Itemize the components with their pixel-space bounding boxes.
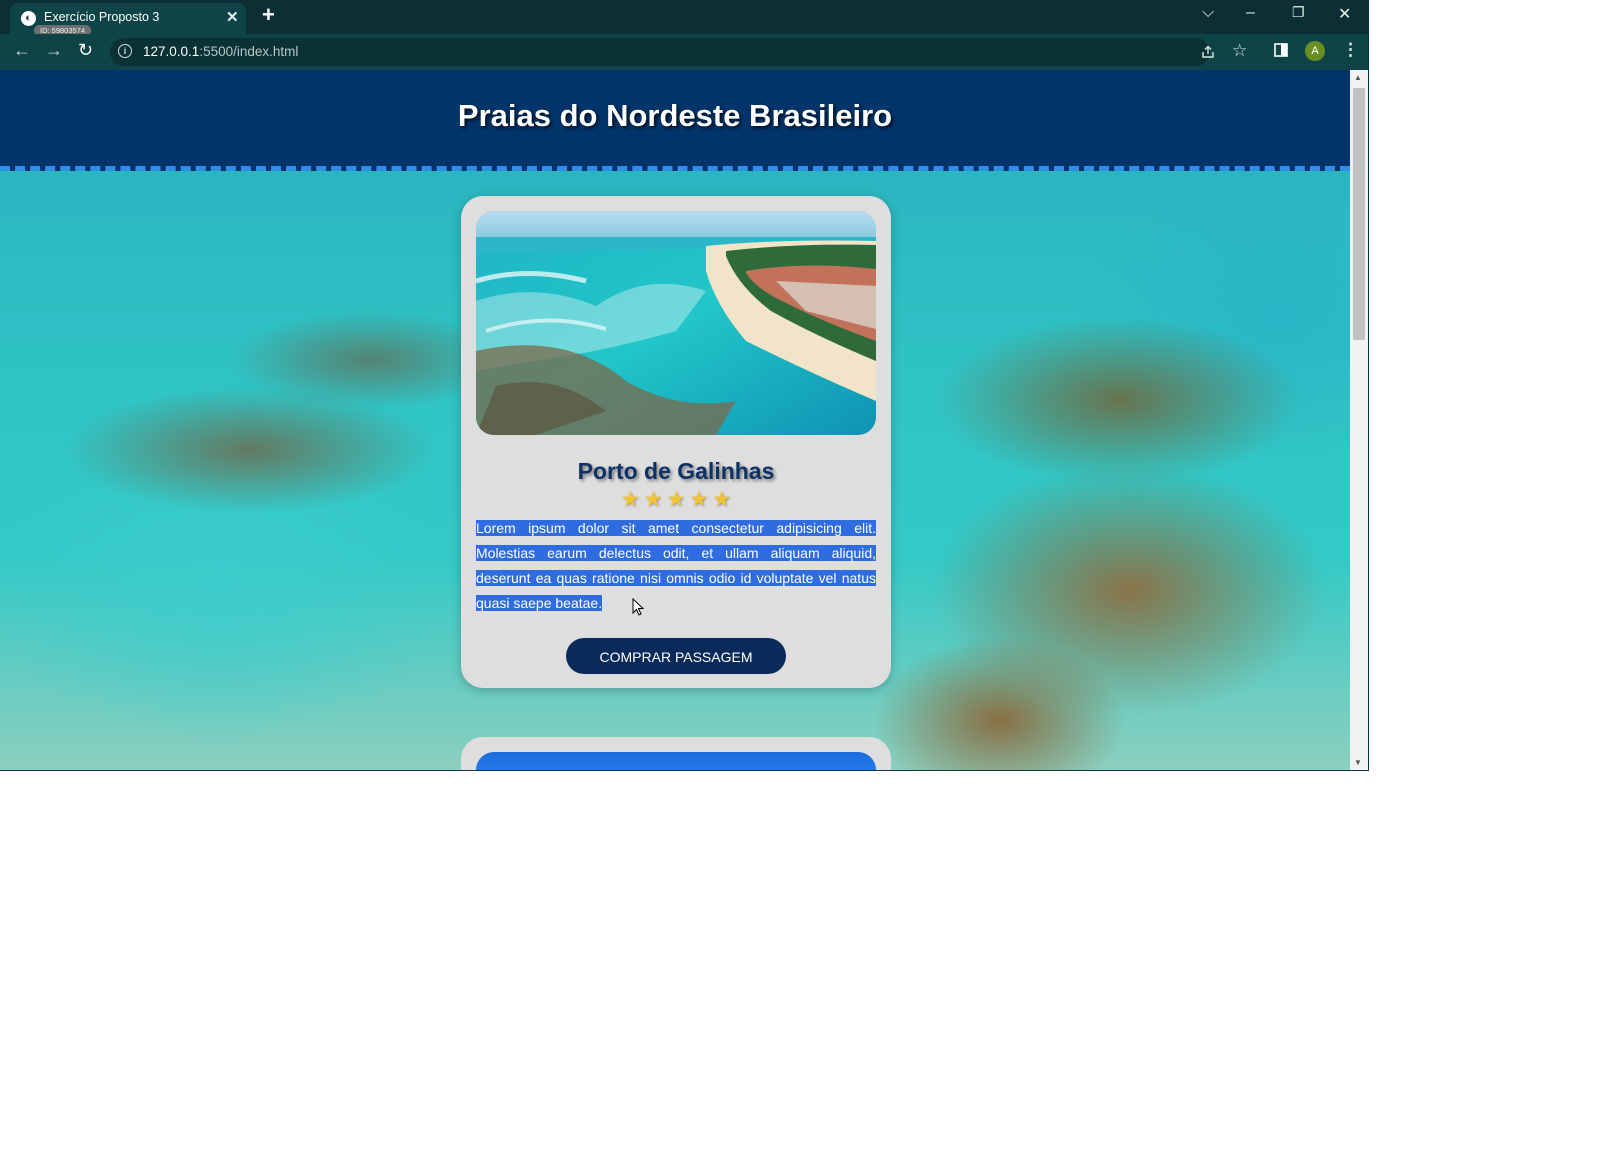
share-icon[interactable]: [1200, 44, 1216, 64]
url-path: :5500/index.html: [199, 44, 299, 59]
site-header: Praias do Nordeste Brasileiro: [0, 70, 1350, 171]
forward-icon[interactable]: →: [45, 40, 63, 61]
tab-list-icon[interactable]: ⌵: [1202, 4, 1214, 22]
selected-text: Lorem ipsum dolor sit amet consectetur a…: [476, 520, 876, 611]
url-text[interactable]: 127.0.0.1:5500/index.html: [143, 44, 298, 59]
buy-ticket-button[interactable]: COMPRAR PASSAGEM: [566, 638, 786, 674]
sidebar-icon[interactable]: [1274, 43, 1288, 61]
url-host: 127.0.0.1: [143, 44, 200, 59]
back-icon[interactable]: ←: [13, 40, 31, 61]
beach-photo: [476, 211, 876, 435]
address-bar[interactable]: i 127.0.0.1:5500/index.html ☆: [110, 38, 1247, 66]
beach-card: Porto de Galinhas ★ ★ ★ ★ ★ Lorem ipsum dolo…: [461, 196, 891, 688]
star-icon: ★: [643, 488, 663, 511]
browser-window: ◐ Exercício Proposto 3 ✕ ID: 59803574 + …: [0, 0, 1369, 771]
scrollbar[interactable]: ▲ ▼: [1350, 70, 1368, 770]
beach-photo-next: [476, 752, 876, 770]
browser-toolbar: ← → ↻ i 127.0.0.1:5500/index.html ☆ A ⋮: [0, 34, 1368, 70]
tab-title: Exercício Proposto 3: [44, 10, 160, 24]
star-icon: ★: [712, 488, 732, 511]
page-viewport: Praias do Nordeste Brasileiro Porto de G…: [0, 70, 1350, 770]
new-tab-button[interactable]: +: [262, 2, 275, 28]
reload-icon[interactable]: ↻: [78, 40, 93, 61]
minimize-icon[interactable]: –: [1246, 4, 1255, 22]
beach-card-next: [461, 737, 891, 770]
scroll-thumb[interactable]: [1353, 88, 1365, 340]
star-icon[interactable]: ☆: [1232, 41, 1247, 61]
profile-avatar[interactable]: A: [1305, 41, 1325, 61]
card-description: Lorem ipsum dolor sit amet consectetur a…: [476, 516, 876, 616]
star-icon: ★: [689, 488, 709, 511]
tab-strip: ◐ Exercício Proposto 3 ✕ ID: 59803574 + …: [0, 0, 1368, 36]
star-icon: ★: [620, 488, 640, 511]
restore-icon[interactable]: ❐: [1292, 4, 1305, 21]
rating-stars: ★ ★ ★ ★ ★: [461, 487, 891, 512]
window-close-icon[interactable]: ✕: [1338, 4, 1351, 24]
menu-icon[interactable]: ⋮: [1342, 40, 1359, 60]
tab-active[interactable]: ◐ Exercício Proposto 3 ✕ ID: 59803574: [10, 3, 246, 36]
page-title: Praias do Nordeste Brasileiro: [457, 98, 893, 133]
mouse-cursor-icon: [632, 598, 644, 616]
star-icon: ★: [666, 488, 686, 511]
scroll-up-icon[interactable]: ▲: [1354, 73, 1362, 82]
info-icon[interactable]: i: [118, 44, 132, 58]
favicon-icon: ◐: [21, 11, 36, 26]
scroll-down-icon[interactable]: ▼: [1354, 758, 1362, 767]
tab-close-icon[interactable]: ✕: [226, 8, 239, 26]
card-title: Porto de Galinhas: [577, 458, 775, 484]
